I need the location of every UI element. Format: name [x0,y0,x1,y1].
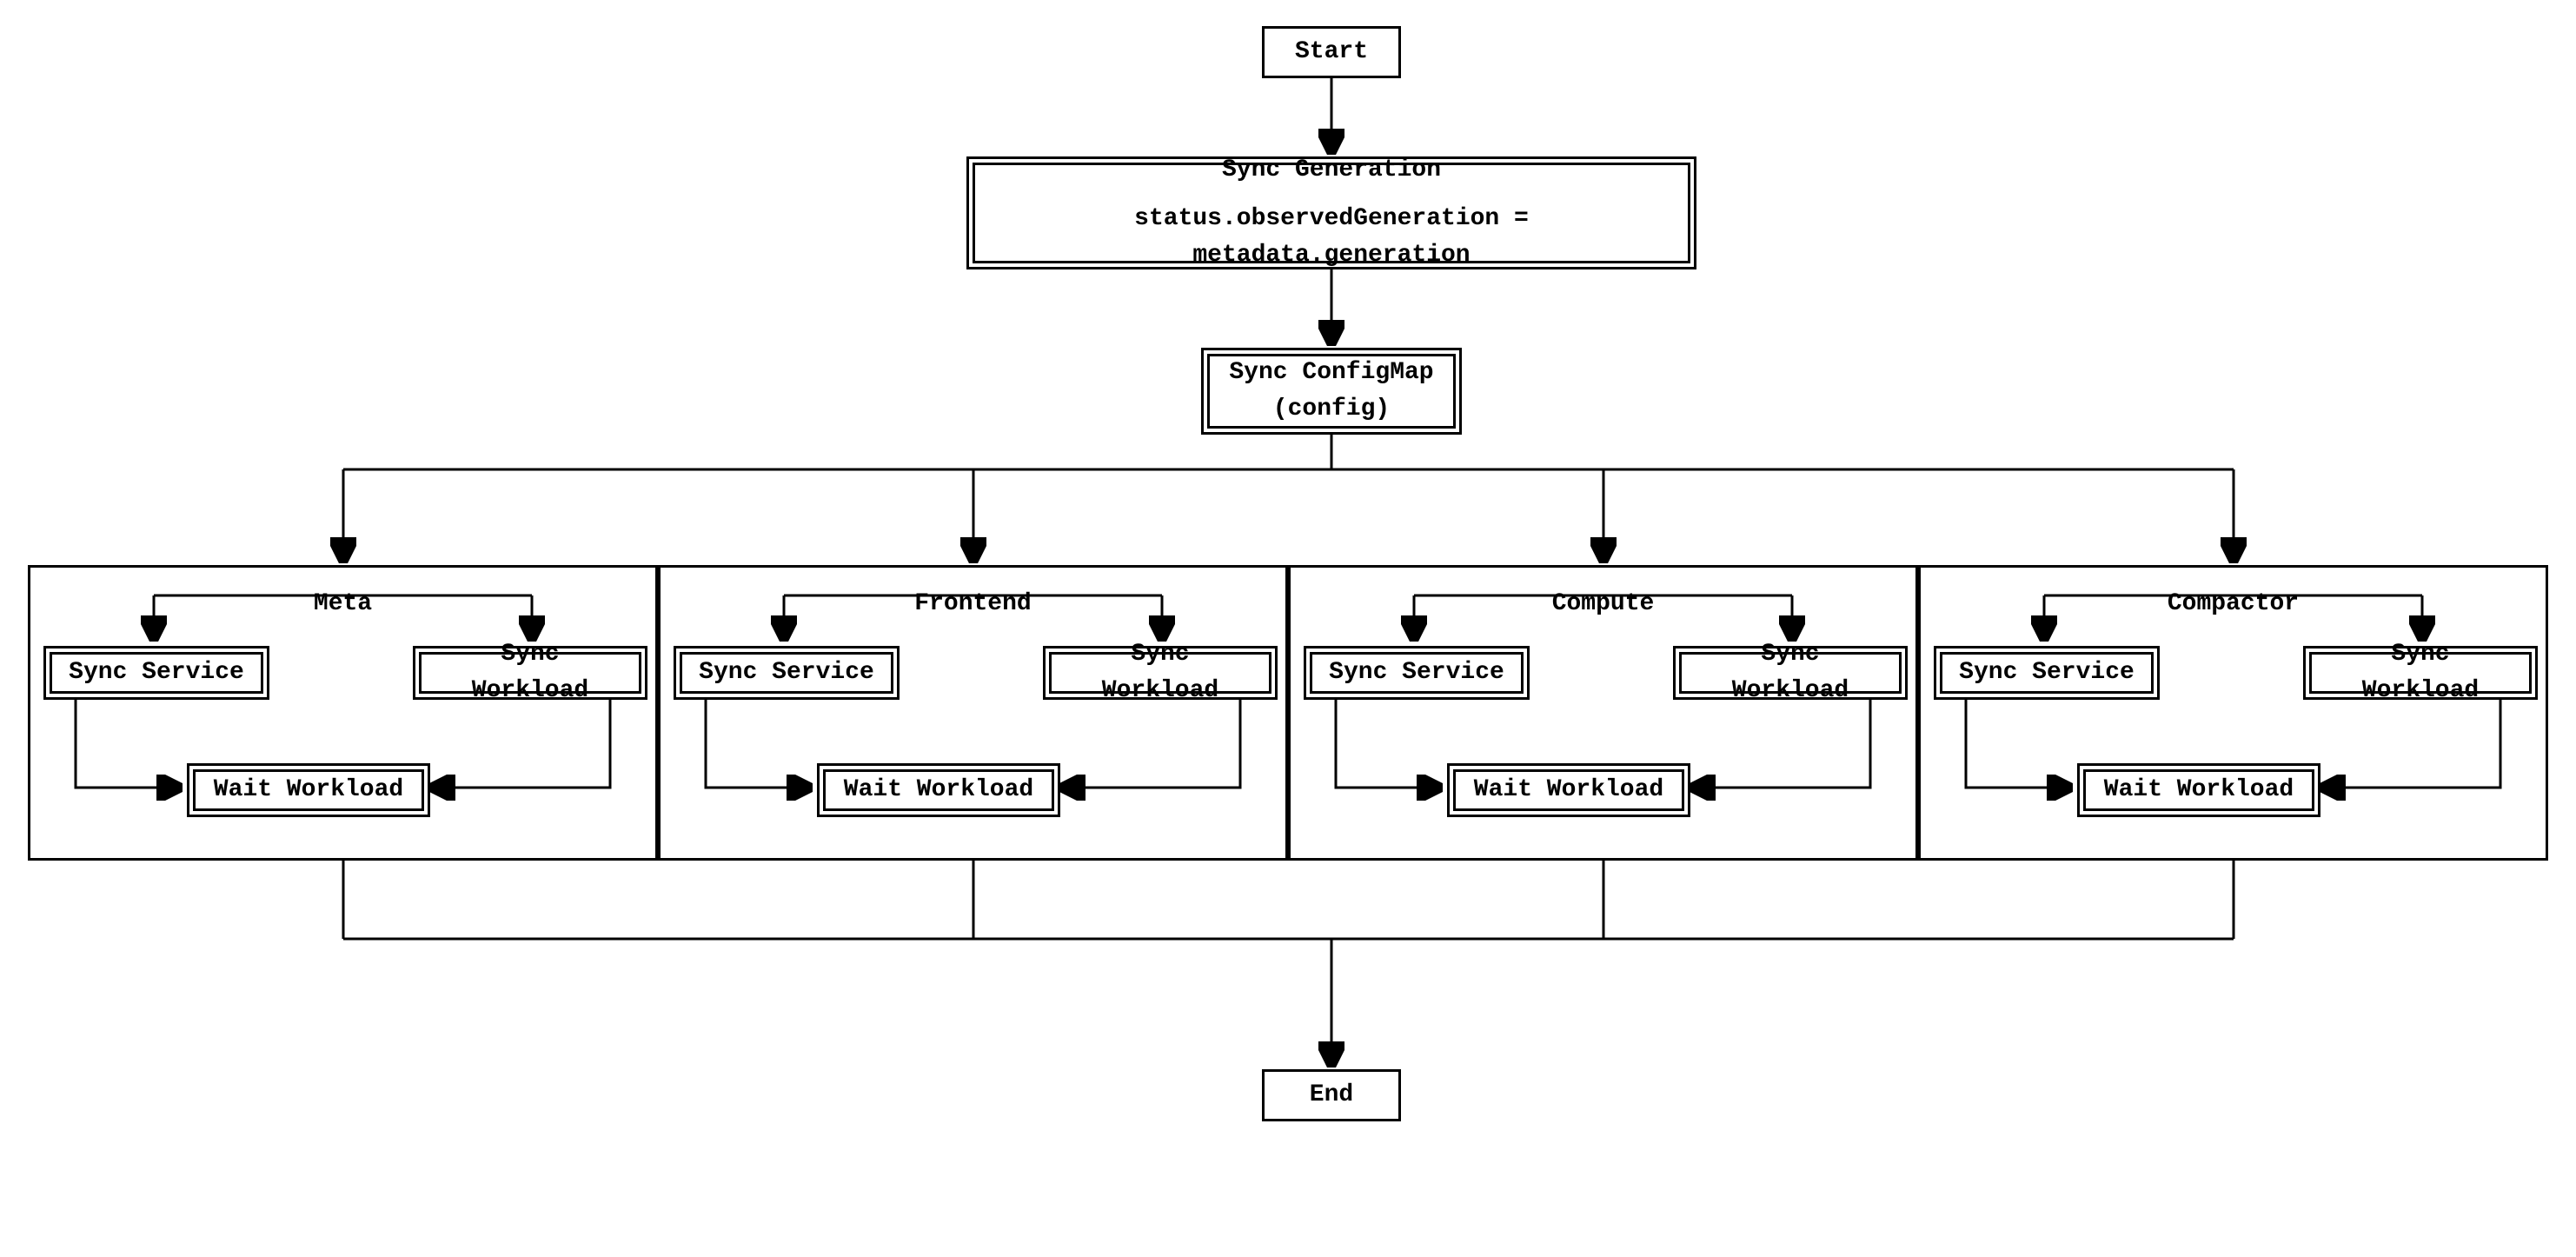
frontend-sync-service-node: Sync Service [674,646,900,700]
end-node: End [1262,1069,1401,1121]
meta-sync-service-label: Sync Service [69,655,244,691]
subgraph-frontend-title: Frontend [914,590,1031,617]
frontend-sync-workload-node: Sync Workload [1043,646,1278,700]
compute-wait-workload-label: Wait Workload [1474,772,1663,808]
meta-sync-service-node: Sync Service [43,646,269,700]
flowchart-diagram: Start Sync Generation status.observedGen… [19,17,2557,1234]
compute-sync-service-label: Sync Service [1329,655,1504,691]
sync-generation-node: Sync Generation status.observedGeneratio… [966,156,1696,269]
start-label: Start [1295,34,1368,70]
compute-sync-service-node: Sync Service [1304,646,1530,700]
sync-configmap-node: Sync ConfigMap (config) [1201,348,1462,435]
compactor-sync-service-label: Sync Service [1959,655,2134,691]
compactor-wait-workload-label: Wait Workload [2104,772,2294,808]
frontend-sync-service-label: Sync Service [699,655,874,691]
meta-wait-workload-node: Wait Workload [187,763,430,817]
subgraph-frontend: Frontend Sync Service Sync Workload Wait… [658,565,1288,861]
compactor-sync-service-node: Sync Service [1934,646,2160,700]
frontend-wait-workload-node: Wait Workload [817,763,1060,817]
subgraph-compactor-title: Compactor [2168,590,2299,617]
sync-configmap-title: Sync ConfigMap [1229,355,1433,391]
compactor-sync-workload-label: Sync Workload [2327,636,2514,709]
frontend-sync-workload-label: Sync Workload [1066,636,1254,709]
end-label: End [1310,1077,1353,1114]
subgraph-meta-title: Meta [314,590,372,617]
meta-wait-workload-label: Wait Workload [214,772,403,808]
meta-sync-workload-label: Sync Workload [436,636,624,709]
subgraph-meta: Meta Sync Service Sync Workload Wait Wor… [28,565,658,861]
frontend-wait-workload-label: Wait Workload [844,772,1033,808]
subgraph-compute-title: Compute [1552,590,1655,617]
compactor-sync-workload-node: Sync Workload [2303,646,2538,700]
subgraph-compute: Compute Sync Service Sync Workload Wait … [1288,565,1918,861]
sync-configmap-detail: (config) [1273,391,1390,428]
compute-sync-workload-label: Sync Workload [1696,636,1884,709]
sync-generation-detail: status.observedGeneration = metadata.gen… [990,201,1673,274]
compute-sync-workload-node: Sync Workload [1673,646,1908,700]
compactor-wait-workload-node: Wait Workload [2077,763,2320,817]
compute-wait-workload-node: Wait Workload [1447,763,1690,817]
start-node: Start [1262,26,1401,78]
subgraph-compactor: Compactor Sync Service Sync Workload Wai… [1918,565,2548,861]
meta-sync-workload-node: Sync Workload [413,646,647,700]
sync-generation-title: Sync Generation [1222,152,1441,189]
